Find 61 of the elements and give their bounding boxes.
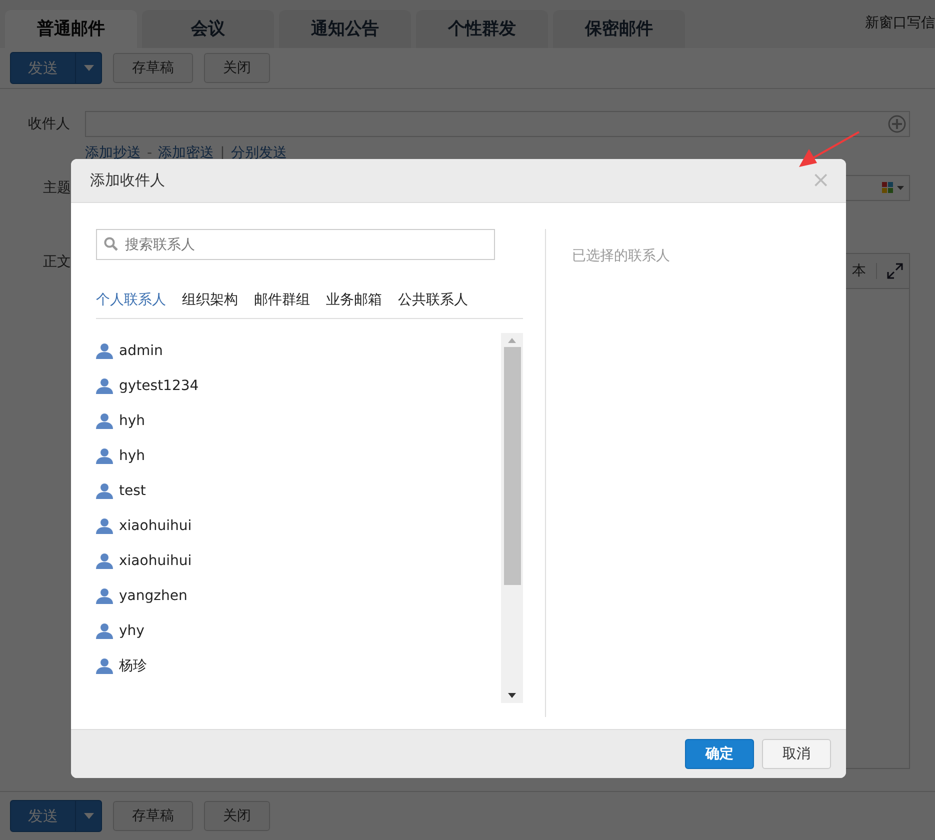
person-icon xyxy=(96,378,113,394)
caret-icon xyxy=(84,65,94,71)
contact-category-tab[interactable]: 公共联系人 xyxy=(398,291,468,309)
person-icon xyxy=(96,552,113,568)
mail-type-tab[interactable]: 保密邮件 xyxy=(553,10,685,48)
contact-category-tab[interactable]: 组织架构 xyxy=(182,291,238,309)
caret-icon xyxy=(84,813,94,820)
send-options-button[interactable] xyxy=(75,801,101,832)
scrollbar[interactable] xyxy=(501,333,523,703)
send-button[interactable]: 发送 xyxy=(11,801,75,832)
contact-category-tab[interactable]: 个人联系人 xyxy=(96,291,166,309)
contact-name[interactable]: admin xyxy=(119,342,163,358)
contact-name[interactable]: yhy xyxy=(119,622,144,638)
person-icon xyxy=(96,482,113,498)
new-window-link[interactable]: 新窗口写信 xyxy=(865,14,935,32)
confirm-button[interactable]: 确定 xyxy=(685,739,754,769)
cancel-button[interactable]: 取消 xyxy=(762,739,831,769)
recipient-option-link[interactable]: 分别发送 xyxy=(230,145,287,162)
send-options-button[interactable] xyxy=(75,53,101,83)
search-icon xyxy=(104,237,118,251)
selected-contacts-heading: 已选择的联系人 xyxy=(572,248,670,264)
recipient-option-link[interactable]: 添加抄送 xyxy=(85,145,141,162)
expand-icon[interactable] xyxy=(887,263,903,280)
mail-type-tab[interactable]: 通知公告 xyxy=(279,10,411,48)
contact-name[interactable]: gytest1234 xyxy=(119,378,199,394)
recipient-option-link[interactable]: 添加密送 xyxy=(158,145,214,162)
mail-type-tab[interactable]: 个性群发 xyxy=(416,10,548,48)
arrow-drawing xyxy=(797,130,861,170)
send-button[interactable]: 发送 xyxy=(11,53,75,83)
subject-label: 主题 xyxy=(42,179,72,198)
mail-type-tab[interactable]: 会议 xyxy=(142,10,274,48)
separator: - xyxy=(147,145,152,162)
person-icon xyxy=(96,448,113,464)
body-label: 正文 xyxy=(42,253,72,272)
recipient-field[interactable] xyxy=(85,111,910,138)
save-draft-button[interactable]: 存草稿 xyxy=(113,801,193,832)
contact-name[interactable]: hyh xyxy=(119,412,146,428)
contact-name[interactable]: hyh xyxy=(119,448,146,464)
search-field[interactable]: 搜索联系人 xyxy=(96,229,495,260)
person-icon xyxy=(96,588,113,604)
contact-name[interactable]: xiaohuihui xyxy=(119,518,192,534)
close-button[interactable]: 关闭 xyxy=(204,53,270,83)
close-button[interactable]: 关闭 xyxy=(204,801,270,832)
contact-name[interactable]: xiaohuihui xyxy=(119,552,192,568)
contact-name[interactable]: yangzhen xyxy=(119,588,188,604)
add-icon[interactable] xyxy=(888,115,906,134)
person-icon xyxy=(96,622,113,638)
person-icon xyxy=(96,412,113,428)
contact-category-tab[interactable]: 业务邮箱 xyxy=(326,291,382,309)
contact-name[interactable]: 杨珍 xyxy=(119,656,147,674)
person-icon xyxy=(96,342,113,358)
mail-type-tab[interactable]: 普通邮件 xyxy=(5,10,137,48)
person-icon xyxy=(96,518,113,534)
color-grid-icon[interactable] xyxy=(882,182,904,194)
dialog-title: 添加收件人 xyxy=(90,171,165,190)
contact-category-tab[interactable]: 邮件群组 xyxy=(254,291,310,309)
editor-toolbar-text[interactable]: 本 xyxy=(852,262,866,280)
save-draft-button[interactable]: 存草稿 xyxy=(113,53,193,83)
recipient-label: 收件人 xyxy=(28,115,71,134)
contact-name[interactable]: test xyxy=(119,482,146,498)
person-icon xyxy=(96,658,113,674)
